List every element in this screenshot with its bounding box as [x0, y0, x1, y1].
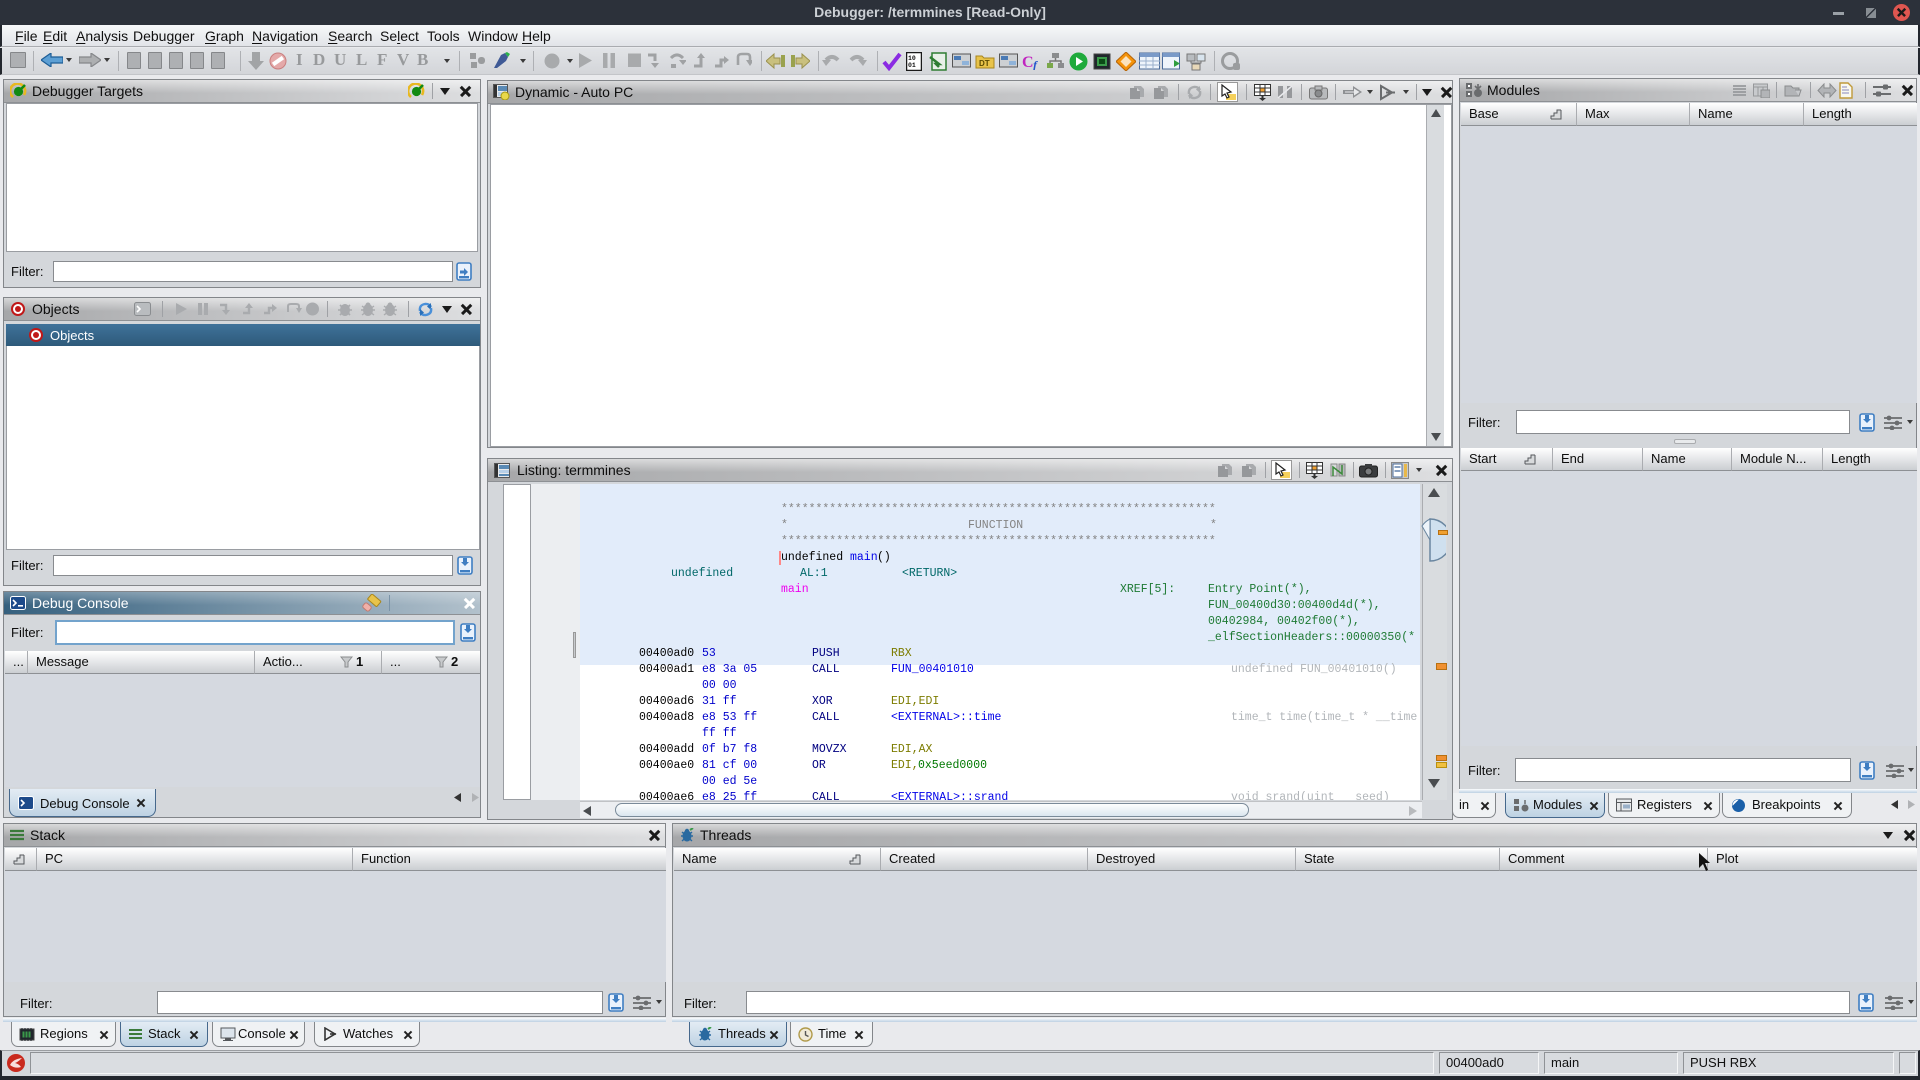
svg-text:DT: DT — [979, 59, 990, 68]
svg-text:10: 10 — [908, 55, 916, 62]
svg-text:01: 01 — [908, 62, 916, 69]
svg-text:C: C — [1022, 54, 1034, 70]
svg-text:f: f — [1033, 58, 1038, 70]
